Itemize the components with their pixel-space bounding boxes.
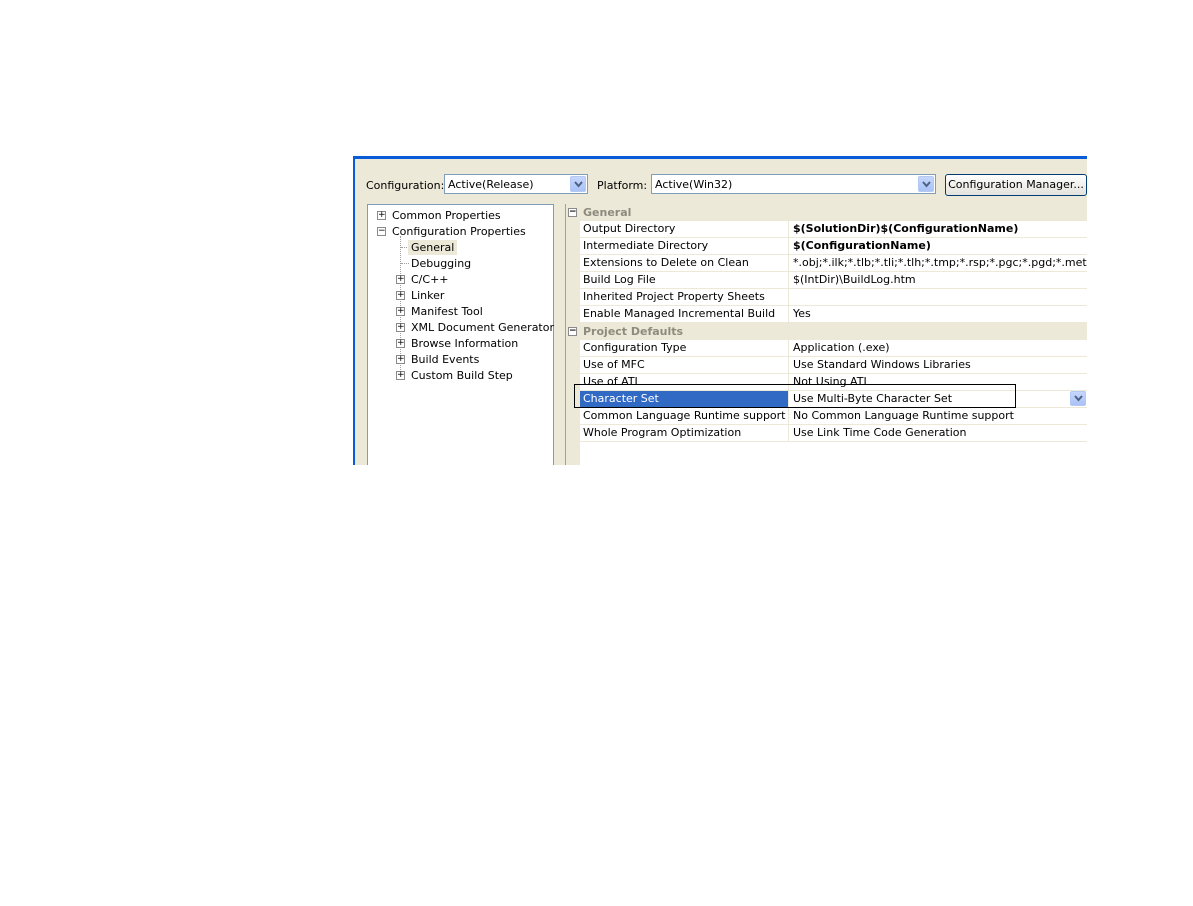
category-label: General (583, 206, 632, 219)
expand-plus-icon[interactable]: + (396, 275, 405, 284)
property-name: Whole Program Optimization (580, 425, 789, 441)
property-value[interactable]: Use Link Time Code Generation (790, 425, 1087, 441)
property-grid: − General Output Directory $(SolutionDir… (565, 204, 1087, 465)
property-name: Use of MFC (580, 357, 789, 373)
platform-label: Platform: (597, 179, 648, 192)
property-row[interactable]: Common Language Runtime support No Commo… (580, 408, 1087, 425)
property-row[interactable]: Intermediate Directory $(ConfigurationNa… (580, 238, 1087, 255)
property-name: Enable Managed Incremental Build (580, 306, 789, 322)
property-name: Common Language Runtime support (580, 408, 789, 424)
property-value[interactable]: No Common Language Runtime support (790, 408, 1087, 424)
expand-plus-icon[interactable]: + (396, 307, 405, 316)
configuration-manager-button[interactable]: Configuration Manager... (945, 174, 1087, 196)
property-value[interactable]: Application (.exe) (790, 340, 1087, 356)
tree-item-browse-information[interactable]: Browse Information (411, 336, 518, 351)
property-pages-dialog: Configuration: Active(Release) Platform:… (353, 156, 1087, 465)
collapse-minus-icon[interactable]: − (377, 227, 386, 236)
platform-value: Active(Win32) (655, 178, 733, 191)
expand-plus-icon[interactable]: + (396, 355, 405, 364)
property-row[interactable]: Whole Program Optimization Use Link Time… (580, 425, 1087, 442)
property-row[interactable]: Extensions to Delete on Clean *.obj;*.il… (580, 255, 1087, 272)
property-name: Extensions to Delete on Clean (580, 255, 789, 271)
tree-connector (401, 263, 409, 264)
category-general[interactable]: − General (566, 204, 1087, 221)
property-name: Intermediate Directory (580, 238, 789, 254)
property-value[interactable]: $(SolutionDir)$(ConfigurationName) (790, 221, 1087, 237)
category-label: Project Defaults (583, 325, 684, 338)
tree-item-debugging[interactable]: Debugging (411, 256, 471, 271)
tree-item-xml-document-generator[interactable]: XML Document Generator (411, 320, 554, 335)
tree-item-common-properties[interactable]: Common Properties (392, 208, 501, 223)
grid-gutter (566, 221, 580, 323)
tree-item-build-events[interactable]: Build Events (411, 352, 479, 367)
tree-item-configuration-properties[interactable]: Configuration Properties (392, 224, 526, 239)
property-value[interactable]: Yes (790, 306, 1087, 322)
chevron-down-icon[interactable] (918, 176, 934, 192)
tree-item-custom-build-step[interactable]: Custom Build Step (411, 368, 513, 383)
expand-plus-icon[interactable]: + (377, 211, 386, 220)
tree-item-cpp[interactable]: C/C++ (411, 272, 449, 287)
property-value[interactable]: Use Standard Windows Libraries (790, 357, 1087, 373)
highlight-box (574, 384, 1016, 408)
chevron-down-icon[interactable] (1070, 391, 1086, 406)
property-name: Output Directory (580, 221, 789, 237)
property-row[interactable]: Enable Managed Incremental Build Yes (580, 306, 1087, 323)
expand-plus-icon[interactable]: + (396, 323, 405, 332)
property-name: Inherited Project Property Sheets (580, 289, 789, 305)
configuration-combo[interactable]: Active(Release) (444, 174, 588, 194)
property-name: Configuration Type (580, 340, 789, 356)
expand-plus-icon[interactable]: + (396, 371, 405, 380)
property-value[interactable] (790, 289, 1087, 305)
property-value[interactable]: $(IntDir)\BuildLog.htm (790, 272, 1087, 288)
property-row[interactable]: Use of MFC Use Standard Windows Librarie… (580, 357, 1087, 374)
category-project-defaults[interactable]: − Project Defaults (566, 323, 1087, 340)
property-value[interactable]: $(ConfigurationName) (790, 238, 1087, 254)
property-row[interactable]: Configuration Type Application (.exe) (580, 340, 1087, 357)
tree-item-general[interactable]: General (408, 240, 458, 255)
configuration-label: Configuration: (366, 179, 445, 192)
expand-plus-icon[interactable]: + (396, 291, 405, 300)
chevron-down-icon[interactable] (570, 176, 586, 192)
collapse-minus-icon[interactable]: − (568, 208, 577, 217)
tree-item-linker[interactable]: Linker (411, 288, 444, 303)
property-value[interactable]: *.obj;*.ilk;*.tlb;*.tli;*.tlh;*.tmp;*.rs… (790, 255, 1087, 271)
property-row[interactable]: Build Log File $(IntDir)\BuildLog.htm (580, 272, 1087, 289)
expand-plus-icon[interactable]: + (396, 339, 405, 348)
platform-combo[interactable]: Active(Win32) (651, 174, 936, 194)
collapse-minus-icon[interactable]: − (568, 327, 577, 336)
property-tree: + Common Properties − Configuration Prop… (367, 204, 554, 465)
configuration-value: Active(Release) (448, 178, 534, 191)
tree-item-manifest-tool[interactable]: Manifest Tool (411, 304, 483, 319)
property-name: Build Log File (580, 272, 789, 288)
property-row[interactable]: Output Directory $(SolutionDir)$(Configu… (580, 221, 1087, 238)
property-row[interactable]: Inherited Project Property Sheets (580, 289, 1087, 306)
